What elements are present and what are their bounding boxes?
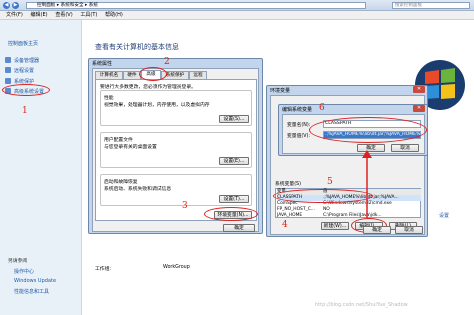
system-vars-label: 系统变量(S) bbox=[275, 182, 301, 187]
close-icon[interactable]: ✕ bbox=[413, 105, 425, 112]
performance-label: 性能 bbox=[104, 96, 114, 101]
startup-settings-button[interactable]: 设置(T)... bbox=[219, 195, 249, 203]
annotation-1: 1 bbox=[22, 106, 28, 116]
env-ok-button[interactable]: 确定 bbox=[363, 226, 391, 234]
forward-icon[interactable]: ▶ bbox=[12, 2, 19, 9]
performance-desc: 视觉效果，处理器计划，内存使用，以及虚拟内存 bbox=[104, 103, 210, 108]
annotation-4: 4 bbox=[282, 220, 288, 230]
tab-remote[interactable]: 远程 bbox=[189, 71, 207, 79]
new-variable-button[interactable]: 新建(W)... bbox=[321, 222, 349, 230]
sidebar-item-remote[interactable]: 远程设置 bbox=[14, 67, 34, 74]
shield-icon bbox=[5, 67, 11, 73]
startup-label: 启动和故障恢复 bbox=[104, 180, 138, 185]
highlight-ellipse bbox=[2, 84, 50, 96]
shield-icon bbox=[5, 57, 11, 63]
env-dialog-title: 环境变量 bbox=[270, 88, 291, 94]
tab-computer-name[interactable]: 计算机名 bbox=[95, 71, 123, 79]
see-also-title: 另请参阅 bbox=[8, 259, 28, 264]
admin-note: 要进行大多数更改，您必须作为管理员登录。 bbox=[100, 85, 196, 90]
performance-settings-button[interactable]: 设置(S)... bbox=[219, 115, 249, 123]
arrow-annotation bbox=[362, 150, 372, 218]
sidebar-item-device-manager[interactable]: 设备管理器 bbox=[14, 57, 39, 64]
breadcrumb[interactable]: 控制面板 ▸ 系统和安全 ▸ 系统 bbox=[26, 2, 366, 9]
annotation-6: 6 bbox=[319, 103, 325, 113]
address-bar: ◀ ▶ 控制面板 ▸ 系统和安全 ▸ 系统 搜索控制面板 bbox=[0, 0, 474, 11]
startup-desc: 系统启动、系统失败和调试信息 bbox=[104, 187, 172, 192]
search-input[interactable]: 搜索控制面板 bbox=[392, 2, 470, 9]
menu-bar: 文件(F) 编辑(E) 查看(V) 工具(T) 帮助(H) bbox=[0, 11, 474, 20]
sidebar: 控制面板主页 设备管理器 远程设置 系统保护 高级系统设置 1 另请参阅 操作中… bbox=[0, 20, 82, 315]
see-also-windows-update[interactable]: Windows Update bbox=[14, 278, 56, 284]
var-value-label: 变量值(V): bbox=[287, 134, 311, 139]
performance-group: 性能 视觉效果，处理器计划，内存使用，以及虚拟内存 设置(S)... bbox=[100, 90, 252, 126]
page-title: 查看有关计算机的基本信息 bbox=[95, 43, 179, 51]
highlight-ellipse bbox=[273, 189, 373, 203]
profiles-desc: 与您登录有关的桌面设置 bbox=[104, 145, 157, 150]
close-icon[interactable]: ✕ bbox=[413, 86, 425, 93]
edit-cancel-button[interactable]: 取消 bbox=[391, 144, 419, 152]
profiles-label: 用户配置文件 bbox=[104, 138, 133, 143]
var-name-label: 变量名(N): bbox=[287, 123, 311, 128]
highlight-ellipse bbox=[309, 117, 427, 143]
table-row[interactable]: JAVA_HOME C:\Program Files\Java\jdk... bbox=[277, 213, 382, 219]
watermark: http://blog.csdn.net/ShuiYue_Shadow bbox=[315, 302, 408, 308]
annotation-3: 3 bbox=[182, 201, 188, 211]
see-also-performance[interactable]: 性能信息和工具 bbox=[14, 288, 49, 295]
dialog-title: 系统属性 bbox=[92, 61, 113, 67]
annotation-5: 5 bbox=[327, 177, 333, 187]
env-cancel-button[interactable]: 取消 bbox=[395, 226, 423, 234]
sysprops-ok-button[interactable]: 确定 bbox=[223, 224, 255, 232]
control-panel-home-link[interactable]: 控制面板主页 bbox=[8, 40, 38, 47]
annotation-2: 2 bbox=[164, 57, 170, 67]
system-properties-dialog: 系统属性 计算机名 硬件 高级 系统保护 远程 要进行大多数更改，您必须作为管理… bbox=[88, 57, 263, 234]
highlight-ellipse bbox=[204, 207, 258, 221]
menu-view[interactable]: 查看(V) bbox=[55, 11, 72, 20]
workgroup-label: 工作组: bbox=[95, 267, 112, 272]
menu-help[interactable]: 帮助(H) bbox=[105, 11, 123, 20]
profiles-settings-button[interactable]: 设置(E)... bbox=[219, 157, 249, 165]
back-icon[interactable]: ◀ bbox=[3, 2, 10, 9]
edit-variable-dialog: 编辑系统变量 ✕ 变量名(N): CLASSPATH 变量值(V): .;%JA… bbox=[278, 103, 428, 156]
highlight-ellipse bbox=[139, 67, 167, 81]
edit-dialog-title: 编辑系统变量 bbox=[282, 107, 313, 113]
workgroup-value: WorkGroup bbox=[163, 265, 190, 270]
menu-edit[interactable]: 编辑(E) bbox=[31, 11, 48, 20]
change-settings-link[interactable]: 设置 bbox=[439, 212, 449, 219]
menu-file[interactable]: 文件(F) bbox=[6, 11, 23, 20]
profiles-group: 用户配置文件 与您登录有关的桌面设置 设置(E)... bbox=[100, 132, 252, 168]
shield-icon bbox=[5, 78, 11, 84]
see-also-action-center[interactable]: 操作中心 bbox=[14, 268, 34, 275]
startup-group: 启动和故障恢复 系统启动、系统失败和调试信息 设置(T)... bbox=[100, 174, 252, 206]
menu-tools[interactable]: 工具(T) bbox=[80, 11, 97, 20]
